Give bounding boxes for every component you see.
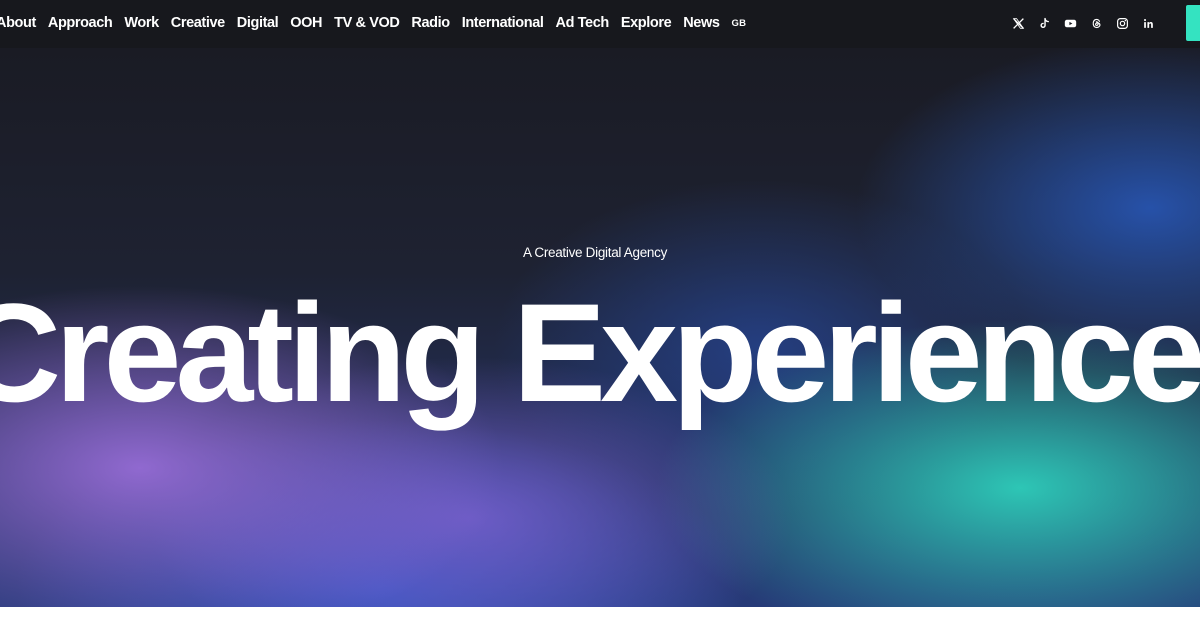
nav-link-explore[interactable]: Explore — [621, 15, 672, 31]
nav-link-about[interactable]: About — [0, 15, 36, 31]
locale-selector[interactable]: GB — [732, 18, 747, 29]
nav-link-news[interactable]: News — [683, 15, 720, 31]
hero-headline: Creating Experiences — [0, 274, 1200, 431]
nav-link-work[interactable]: Work — [124, 15, 159, 31]
linkedin-icon[interactable] — [1140, 15, 1156, 31]
top-navigation-bar: About Approach Work Creative Digital OOH… — [0, 0, 1200, 48]
threads-icon[interactable] — [1088, 15, 1104, 31]
nav-link-radio[interactable]: Radio — [411, 15, 450, 31]
nav-link-ooh[interactable]: OOH — [290, 15, 322, 31]
youtube-icon[interactable] — [1062, 15, 1078, 31]
nav-link-international[interactable]: International — [462, 15, 544, 31]
tiktok-icon[interactable] — [1036, 15, 1052, 31]
hero-banner: A Creative Digital Agency Creating Exper… — [0, 48, 1200, 607]
main-menu: About Approach Work Creative Digital OOH… — [0, 0, 746, 46]
nav-link-tv-vod[interactable]: TV & VOD — [334, 15, 400, 31]
nav-link-creative[interactable]: Creative — [171, 15, 225, 31]
x-icon[interactable] — [1010, 15, 1026, 31]
nav-link-ad-tech[interactable]: Ad Tech — [556, 15, 610, 31]
social-links — [1010, 0, 1156, 46]
nav-link-digital[interactable]: Digital — [237, 15, 279, 31]
contact-button[interactable] — [1186, 5, 1200, 41]
hero-tagline: A Creative Digital Agency — [522, 245, 668, 260]
instagram-icon[interactable] — [1114, 15, 1130, 31]
nav-link-approach[interactable]: Approach — [48, 15, 113, 31]
page: About Approach Work Creative Digital OOH… — [0, 0, 1200, 630]
